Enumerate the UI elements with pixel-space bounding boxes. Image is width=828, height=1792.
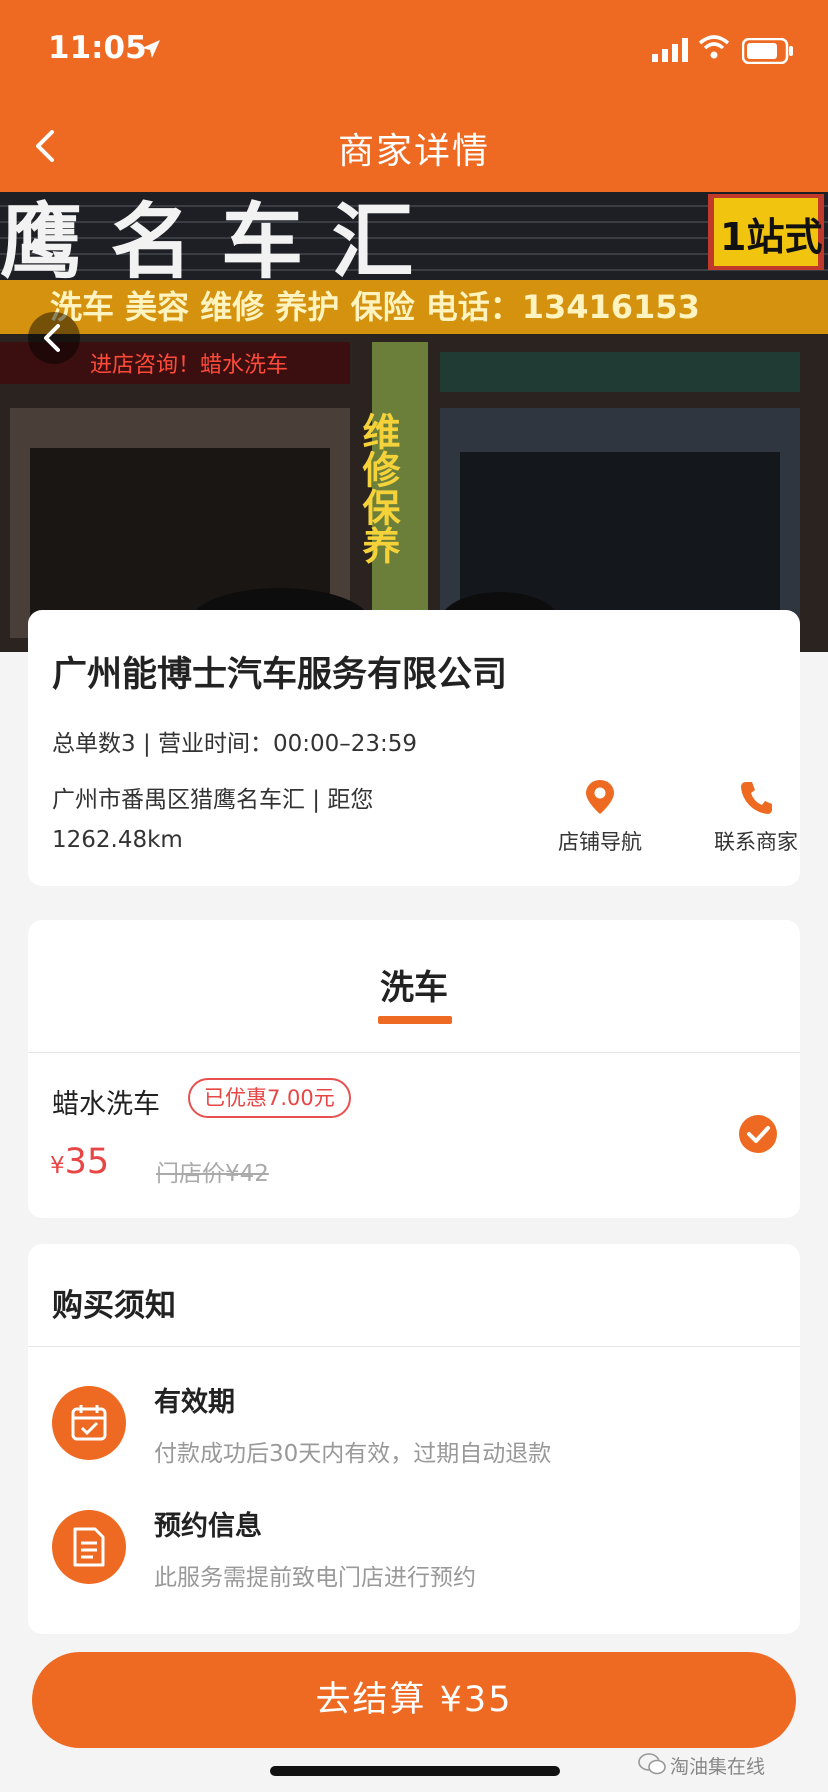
sign-badge-text: 1站式 <box>720 215 822 259</box>
battery-icon <box>742 38 793 64</box>
tab-car-wash[interactable]: 洗车 <box>28 960 800 1009</box>
signal-icon <box>652 38 688 62</box>
page-title: 商家详情 <box>337 131 490 172</box>
calendar-icon <box>52 1386 126 1460</box>
store-navigation-button[interactable]: 店铺导航 <box>530 778 670 856</box>
shop-meta: 总单数3 | 营业时间：00:00–23:59 <box>52 731 418 757</box>
watermark: 淘油集在线 <box>670 1756 766 1778</box>
sign-sub-text: 洗车 美容 维修 养护 保险 电话：13416153 <box>50 288 700 326</box>
shop-name: 广州能博士汽车服务有限公司 <box>52 655 508 695</box>
service-card: 洗车 蜡水洗车 已优惠7.00元 ¥35 门店价¥42 <box>28 920 800 1218</box>
notice-title: 购买须知 <box>52 1288 176 1324</box>
tab-active-indicator <box>378 1016 452 1024</box>
wifi-icon <box>698 35 730 59</box>
shop-distance: 1262.48km <box>52 827 183 853</box>
storefront-photo: 鹰 名 车 汇 1站式 洗车 美容 维修 养护 保险 电话：13416153 进… <box>0 192 828 652</box>
notice-item-title: 预约信息 <box>154 1511 262 1542</box>
chevron-left-icon <box>44 324 60 352</box>
phone-icon <box>741 782 772 814</box>
sign-vertical-text: 维修保养 <box>356 412 400 564</box>
map-pin-icon <box>586 780 614 814</box>
service-price: ¥35 <box>50 1142 109 1182</box>
status-bar: 11:05 <box>0 0 828 100</box>
price-value: 35 <box>64 1142 110 1182</box>
divider <box>28 1052 800 1053</box>
checkout-button[interactable]: 去结算 ¥35 <box>32 1652 796 1748</box>
notice-item-title: 有效期 <box>154 1387 235 1418</box>
status-time: 11:05 <box>48 30 147 66</box>
sign-main-text: 鹰 名 车 汇 <box>0 195 414 290</box>
wechat-icon <box>638 1753 666 1775</box>
shop-address: 广州市番禺区猎鹰名车汇 | 距您 1262.48km <box>52 780 432 860</box>
store-navigation-label: 店铺导航 <box>558 830 642 854</box>
shop-address-line: 广州市番禺区猎鹰名车汇 | 距您 <box>52 787 374 813</box>
location-arrow-icon <box>142 40 160 58</box>
nav-bar: 商家详情 <box>0 100 828 192</box>
original-price: 门店价¥42 <box>156 1161 269 1187</box>
sign-red-text: 进店咨询！蜡水洗车 <box>90 353 288 378</box>
contact-merchant-button[interactable]: 联系商家 <box>686 778 826 856</box>
contact-merchant-label: 联系商家 <box>714 830 798 854</box>
notice-item-desc: 此服务需提前致电门店进行预约 <box>154 1565 476 1591</box>
discount-badge: 已优惠7.00元 <box>188 1078 351 1118</box>
home-indicator <box>270 1766 560 1776</box>
notice-item-validity: 有效期 付款成功后30天内有效，过期自动退款 <box>28 1376 800 1496</box>
document-icon <box>52 1510 126 1584</box>
storefront-illustration: 鹰 名 车 汇 1站式 洗车 美容 维修 养护 保险 电话：13416153 进… <box>0 192 828 652</box>
notice-item-reservation: 预约信息 此服务需提前致电门店进行预约 <box>28 1500 800 1620</box>
check-circle-icon[interactable] <box>738 1114 778 1154</box>
price-currency: ¥ <box>50 1153 65 1179</box>
carousel-back-button[interactable] <box>28 312 80 364</box>
shop-info-card: 广州能博士汽车服务有限公司 总单数3 | 营业时间：00:00–23:59 广州… <box>28 610 800 886</box>
divider <box>28 1346 800 1347</box>
service-item-name: 蜡水洗车 <box>52 1089 160 1120</box>
purchase-notice-card: 购买须知 有效期 付款成功后30天内有效，过期自动退款 预约信息 此服务需提前致… <box>28 1244 800 1634</box>
notice-item-desc: 付款成功后30天内有效，过期自动退款 <box>154 1441 552 1467</box>
